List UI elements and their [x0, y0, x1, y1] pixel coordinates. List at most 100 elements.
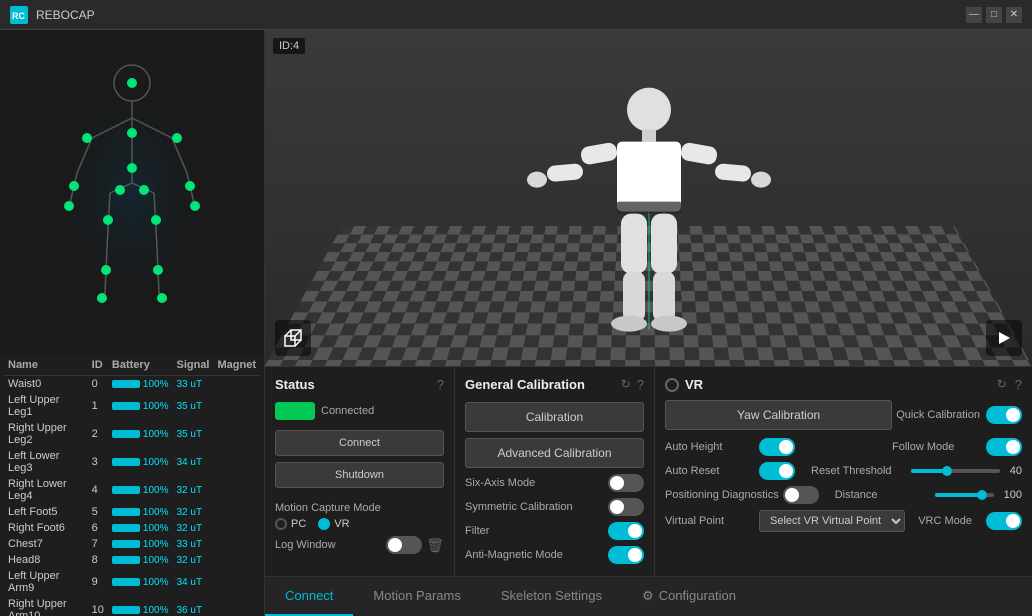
radio-pc[interactable]: PC: [275, 518, 306, 530]
advanced-calibration-button[interactable]: Advanced Calibration: [465, 438, 644, 468]
follow-mode-toggle[interactable]: [986, 438, 1022, 456]
tab-configuration[interactable]: ⚙ Configuration: [622, 577, 756, 616]
sensor-magnet: [214, 376, 261, 393]
sensor-signal: 36 uT: [172, 596, 213, 616]
vr-controls: ↻ ?: [997, 377, 1022, 392]
calib-header: General Calibration ↻ ?: [465, 377, 644, 392]
cube-button[interactable]: [275, 320, 311, 356]
battery-bar: [112, 380, 140, 388]
quick-calib-toggle[interactable]: [986, 406, 1022, 424]
maximize-button[interactable]: □: [986, 7, 1002, 23]
battery-bar: [112, 556, 140, 564]
battery-value: 100%: [143, 555, 169, 566]
close-button[interactable]: ✕: [1006, 7, 1022, 23]
battery-value: 100%: [143, 485, 169, 496]
vr-help-icon[interactable]: ?: [1015, 377, 1022, 392]
status-title: Status: [275, 377, 315, 392]
auto-height-label: Auto Height: [665, 441, 755, 453]
calib-icons: ↻ ?: [621, 377, 644, 392]
shutdown-button[interactable]: Shutdown: [275, 462, 444, 488]
battery-value: 100%: [143, 401, 169, 412]
capture-mode-label: Motion Capture Mode: [275, 502, 444, 514]
reset-threshold-knob: [942, 466, 952, 476]
tab-connect[interactable]: Connect: [265, 577, 353, 616]
six-axis-knob: [610, 476, 624, 490]
reset-threshold-slider[interactable]: [905, 469, 1006, 473]
vr-header: VR ↻ ?: [665, 377, 1022, 392]
auto-reset-toggle[interactable]: [759, 462, 795, 480]
anti-magnetic-toggle[interactable]: [608, 546, 644, 564]
sensor-id: 4: [88, 476, 108, 504]
vr-panel: VR ↻ ? Yaw Calibration Quick Calibration: [655, 367, 1032, 576]
sensor-signal: 32 uT: [172, 476, 213, 504]
battery-bar: [112, 524, 140, 532]
radio-vr-circle: [318, 518, 330, 530]
play-button[interactable]: [986, 320, 1022, 356]
table-row: Chest7 7 100% 33 uT: [4, 536, 260, 552]
col-name: Name: [4, 355, 88, 376]
tab-skeleton-settings-label: Skeleton Settings: [501, 588, 602, 603]
table-row: Left Foot5 5 100% 32 uT: [4, 504, 260, 520]
connect-button[interactable]: Connect: [275, 430, 444, 456]
quick-calib-knob: [1006, 408, 1020, 422]
calib-refresh-icon[interactable]: ↻: [621, 377, 631, 392]
log-trash-icon[interactable]: 🗑: [426, 537, 444, 554]
3d-avatar: [509, 80, 789, 343]
yaw-calibration-button[interactable]: Yaw Calibration: [665, 400, 892, 430]
vr-btn-row: Yaw Calibration Quick Calibration: [665, 400, 1022, 430]
sensor-battery: 100%: [108, 536, 173, 552]
sensor-battery: 100%: [108, 568, 173, 596]
sensor-name: Left Foot5: [4, 504, 88, 520]
filter-toggle[interactable]: [608, 522, 644, 540]
tab-motion-params[interactable]: Motion Params: [353, 577, 480, 616]
bottom-controls: Status ? Connected Connect Shutdown Moti…: [265, 366, 1032, 576]
auto-height-toggle[interactable]: [759, 438, 795, 456]
body-model: [0, 30, 264, 355]
sensor-signal: 32 uT: [172, 552, 213, 568]
filter-knob: [628, 524, 642, 538]
log-window-toggle[interactable]: [386, 536, 422, 554]
sensor-name: Right Lower Leg4: [4, 476, 88, 504]
radio-pc-circle: [275, 518, 287, 530]
sensor-name: Right Upper Leg2: [4, 420, 88, 448]
sensor-magnet: [214, 520, 261, 536]
positioning-toggle[interactable]: [783, 486, 819, 504]
distance-fill: [935, 493, 982, 497]
sensor-signal: 34 uT: [172, 448, 213, 476]
status-indicator: Connected: [275, 402, 444, 420]
left-panel: Name ID Battery Signal Magnet Waist0 0 1…: [0, 30, 265, 616]
vrc-mode-toggle[interactable]: [986, 512, 1022, 530]
title-bar: RC REBOCAP — □ ✕: [0, 0, 1032, 30]
radio-vr[interactable]: VR: [318, 518, 349, 530]
tab-connect-label: Connect: [285, 588, 333, 603]
vr-refresh-icon[interactable]: ↻: [997, 377, 1007, 392]
table-row: Left Upper Leg1 1 100% 35 uT: [4, 392, 260, 420]
status-dot: [275, 402, 315, 420]
distance-slider[interactable]: [929, 493, 1000, 497]
sensor-name: Head8: [4, 552, 88, 568]
virtual-point-select[interactable]: Select VR Virtual Point: [759, 510, 905, 532]
tab-motion-params-label: Motion Params: [373, 588, 460, 603]
calibration-button[interactable]: Calibration: [465, 402, 644, 432]
symmetric-toggle[interactable]: [608, 498, 644, 516]
battery-value: 100%: [143, 457, 169, 468]
sensor-id: 5: [88, 504, 108, 520]
table-row: Head8 8 100% 32 uT: [4, 552, 260, 568]
calib-help-icon[interactable]: ?: [637, 377, 644, 392]
tab-skeleton-settings[interactable]: Skeleton Settings: [481, 577, 622, 616]
title-bar-left: RC REBOCAP: [10, 6, 95, 24]
id-badge: ID:4: [273, 38, 305, 54]
status-panel: Status ? Connected Connect Shutdown Moti…: [265, 367, 455, 576]
filter-label: Filter: [465, 525, 489, 537]
symmetric-row: Symmetric Calibration: [465, 498, 644, 516]
vr-title: VR: [685, 377, 703, 392]
minimize-button[interactable]: —: [966, 7, 982, 23]
six-axis-toggle[interactable]: [608, 474, 644, 492]
body-model-svg: [32, 38, 232, 348]
sensor-magnet: [214, 448, 261, 476]
battery-value: 100%: [143, 539, 169, 550]
status-help-icon[interactable]: ?: [437, 377, 444, 392]
battery-bar: [112, 486, 140, 494]
auto-height-knob: [779, 440, 793, 454]
sensor-signal: 34 uT: [172, 568, 213, 596]
